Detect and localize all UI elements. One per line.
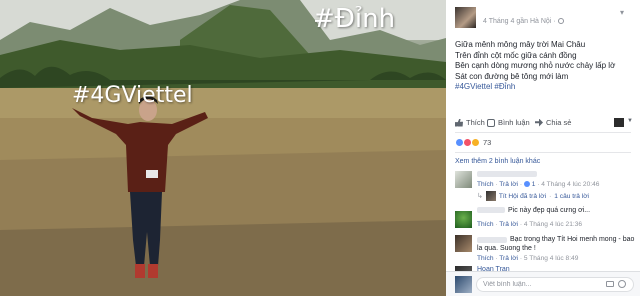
share-button[interactable]: Chia sẻ [535,118,571,127]
comment-label: Bình luận [498,118,530,127]
replies-link[interactable]: ↳ Tít Hội đã trả lời · 1 câu trả lời [477,191,589,201]
comment-composer [446,271,640,296]
post-line: Bên cạnh dòng mương nhỏ nước chảy lấp lờ [455,61,616,70]
commenter-avatar[interactable] [455,211,472,228]
hashtag-overlay-left: #4GViettel [72,83,193,108]
thumbs-up-icon [455,118,463,127]
reply-arrow-icon: ↳ [477,193,483,200]
commenter-name[interactable] [477,171,537,177]
commenter-name[interactable] [477,207,505,213]
post-photo[interactable]: #Đỉnh #4GViettel [0,0,446,296]
comment-reply-link[interactable]: Trả lời [499,181,518,188]
emoji-icon[interactable] [618,280,626,288]
hashtag-overlay-top: #Đỉnh [313,4,396,34]
comment-text: la qua. Suong the ! [477,245,536,252]
commenter-name[interactable] [477,237,507,243]
reply-author-avatar [485,191,496,201]
comment-text: Bạc trong thay Tít Hoi menh mong - bao [510,236,635,243]
comment-like-count[interactable]: 1 [532,181,536,188]
globe-icon [557,18,564,24]
comment-text: Pic này đẹp quá cưng ơi... [508,207,591,214]
commenter-avatar[interactable] [455,235,472,252]
comment-like-link[interactable]: Thích [477,255,494,262]
author-avatar[interactable] [455,7,476,28]
comment-time[interactable]: 4 Tháng 4 lúc 20:46 [541,181,599,188]
post-meta: 4 Tháng 4 gần Hà Nội · [483,18,564,25]
post-line: Trên đỉnh cột mốc giữa cánh đồng [455,50,577,60]
comment-reply-link[interactable]: Trả lời [499,255,518,262]
wow-reaction-icon [471,138,480,147]
comment-time[interactable]: 5 Tháng 4 lúc 8:49 [524,255,579,262]
post-timestamp[interactable]: 4 Tháng 4 gần Hà Nội · [483,18,556,25]
caret-down-icon[interactable]: ▼ [627,118,633,124]
comment-like-link[interactable]: Thích [477,181,494,188]
photo-scenery [0,0,446,296]
reply-count: 1 câu trả lời [554,192,590,200]
like-label: Thích [466,118,485,127]
comment-reply-link[interactable]: Trả lời [499,221,518,228]
like-badge-icon [523,181,530,187]
reply-author: Tít Hội đã trả lời [498,192,547,200]
comment-meta: Thích · Trả lời · 5 Tháng 4 lúc 8:49 [477,255,579,262]
action-bar: Thích Bình luận Chia sẻ [455,118,635,130]
divider [455,132,631,133]
post-hashtags[interactable]: #4GViettel #Đỉnh [455,82,615,93]
post-line: Giữa mênh mông mây trời Mai Châu [455,40,586,49]
reaction-count: 73 [483,138,492,147]
comment-button[interactable]: Bình luận [487,118,530,127]
reactions-summary[interactable]: 73 [455,138,491,147]
share-label: Chia sẻ [546,118,572,127]
post-text: Giữa mênh mông mây trời Mai Châu Trên đỉ… [455,40,615,93]
post-sidebar: 4 Tháng 4 gần Hà Nội · ▾ Giữa mênh mông … [446,0,640,296]
user-avatar [455,276,472,293]
share-icon [535,118,543,127]
comment-like-link[interactable]: Thích [477,221,494,228]
camera-icon[interactable] [606,281,614,287]
commenter-avatar[interactable] [455,171,472,188]
like-button[interactable]: Thích [455,118,485,127]
comment-icon [487,118,495,127]
chevron-down-icon[interactable]: ▾ [620,8,624,17]
view-more-comments-link[interactable]: Xem thêm 2 bình luận khác [455,158,540,165]
post-line: Sát con đường bê tông mới làm [455,71,569,81]
comment-meta: Thích · Trả lời · 1 · 4 Tháng 4 lúc 20:4… [477,181,600,188]
divider [455,152,631,153]
acting-as-avatar[interactable] [614,118,624,127]
comment-time[interactable]: 4 Tháng 4 lúc 21:36 [524,221,582,228]
comment-meta: Thích · Trả lời · 4 Tháng 4 lúc 21:36 [477,221,583,228]
